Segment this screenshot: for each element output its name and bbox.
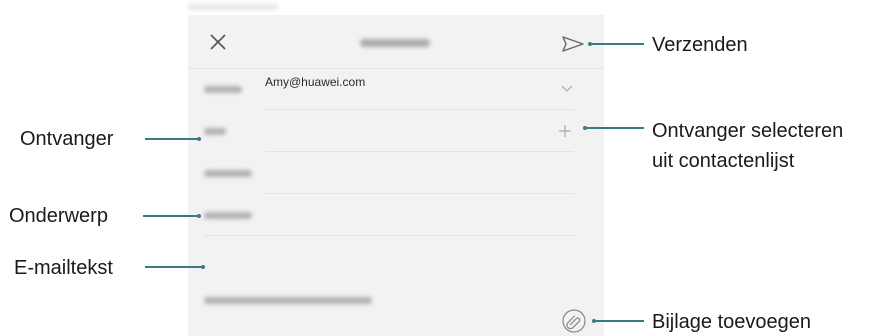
send-callout-label: Verzenden — [652, 34, 748, 56]
attachment-icon[interactable] — [562, 309, 586, 333]
compose-title-blurred — [360, 39, 430, 47]
send-callout-line — [592, 43, 644, 45]
to-divider — [265, 151, 574, 152]
from-divider — [265, 109, 574, 110]
chevron-down-icon[interactable] — [561, 85, 573, 93]
select-contacts-callout-line — [587, 127, 644, 129]
close-icon[interactable] — [209, 33, 227, 51]
recipient-callout-line — [145, 138, 197, 140]
recipient-callout-dot — [197, 137, 201, 141]
attach-callout-line — [596, 320, 644, 322]
subject-divider — [204, 235, 574, 236]
signature-blurred — [204, 297, 372, 304]
compose-toolbar — [188, 15, 604, 68]
select-contacts-callout-line1: Ontvanger selecteren — [652, 120, 844, 142]
subject-callout-label: Onderwerp — [9, 205, 108, 227]
select-contacts-callout-line2: uit contactenlijst — [652, 150, 795, 172]
attach-callout-label: Bijlage toevoegen — [652, 311, 812, 333]
from-value[interactable]: Amy@huawei.com — [265, 75, 365, 89]
plus-icon[interactable] — [559, 125, 571, 137]
subject-callout-dot — [197, 214, 201, 218]
toolbar-divider — [188, 68, 604, 69]
recipient-callout-label: Ontvanger — [20, 128, 114, 150]
body-callout-line — [145, 266, 201, 268]
to-label-blurred — [204, 128, 226, 135]
cc-divider — [265, 193, 574, 194]
compose-screen: Amy@huawei.com — [188, 15, 604, 336]
body-callout-dot — [201, 265, 205, 269]
from-label-blurred — [204, 86, 242, 93]
cc-bcc-label-blurred — [204, 170, 252, 177]
body-callout-label: E-mailtekst — [14, 257, 113, 279]
blurred-status-text — [188, 4, 278, 10]
subject-label-blurred — [204, 212, 252, 219]
send-icon[interactable] — [562, 36, 584, 52]
subject-callout-line — [143, 215, 197, 217]
